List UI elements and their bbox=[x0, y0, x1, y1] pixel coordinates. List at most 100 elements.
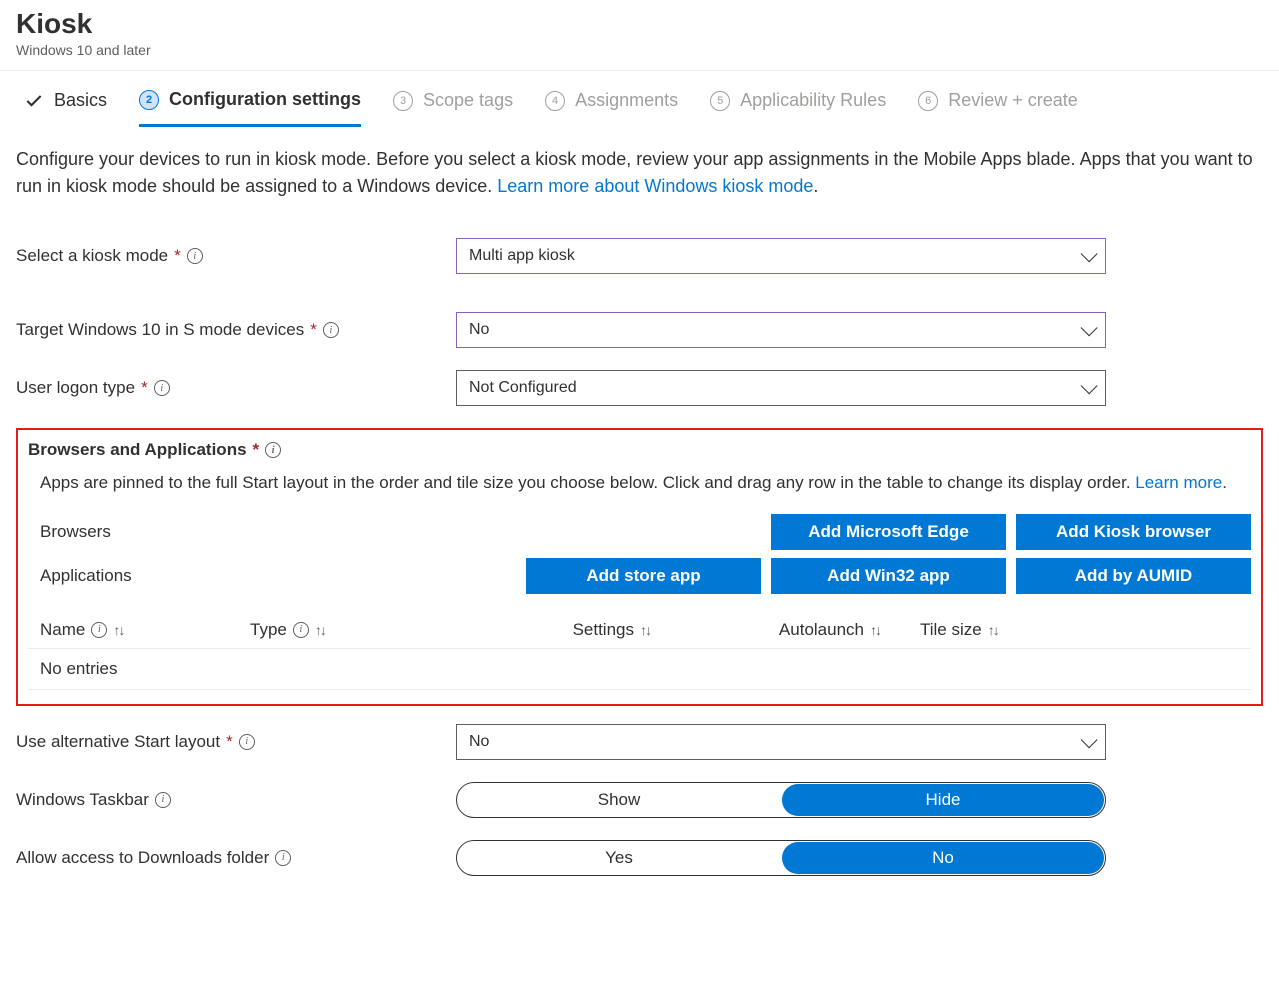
th-name[interactable]: Name i ↑↓ bbox=[40, 620, 250, 640]
label-kiosk-mode: Select a kiosk mode * i bbox=[16, 246, 456, 266]
select-logon-type[interactable]: Not Configured bbox=[456, 370, 1106, 406]
info-icon[interactable]: i bbox=[265, 442, 281, 458]
toggle-no[interactable]: No bbox=[782, 842, 1104, 874]
browsers-label: Browsers bbox=[40, 522, 761, 542]
required-asterisk: * bbox=[253, 440, 260, 460]
page-header: Kiosk Windows 10 and later bbox=[0, 0, 1279, 71]
add-kiosk-browser-button[interactable]: Add Kiosk browser bbox=[1016, 514, 1251, 550]
select-alt-start[interactable]: No bbox=[456, 724, 1106, 760]
tab-assignments[interactable]: 4 Assignments bbox=[545, 90, 678, 125]
info-icon[interactable]: i bbox=[275, 850, 291, 866]
info-icon[interactable]: i bbox=[239, 734, 255, 750]
content-area: Configure your devices to run in kiosk m… bbox=[0, 126, 1279, 918]
th-label: Autolaunch bbox=[779, 620, 864, 640]
add-by-aumid-button[interactable]: Add by AUMID bbox=[1016, 558, 1251, 594]
info-icon[interactable]: i bbox=[91, 622, 107, 638]
required-asterisk: * bbox=[226, 732, 233, 752]
desc-text: Apps are pinned to the full Start layout… bbox=[40, 473, 1135, 492]
add-store-app-button[interactable]: Add store app bbox=[526, 558, 761, 594]
label-s-mode: Target Windows 10 in S mode devices * i bbox=[16, 320, 456, 340]
label-taskbar: Windows Taskbar i bbox=[16, 790, 456, 810]
applications-row: Applications Add store app Add Win32 app… bbox=[28, 554, 1251, 598]
section-heading: Browsers and Applications * i bbox=[28, 440, 1251, 460]
toggle-show[interactable]: Show bbox=[458, 784, 780, 816]
info-icon[interactable]: i bbox=[293, 622, 309, 638]
select-value: Multi app kiosk bbox=[469, 247, 575, 265]
wizard-tabs: Basics 2 Configuration settings 3 Scope … bbox=[0, 71, 1279, 126]
th-label: Type bbox=[250, 620, 287, 640]
th-label: Tile size bbox=[920, 620, 982, 640]
tab-label: Configuration settings bbox=[169, 89, 361, 110]
browsers-row: Browsers Add Microsoft Edge Add Kiosk br… bbox=[28, 510, 1251, 554]
th-autolaunch[interactable]: Autolaunch ↑↓ bbox=[690, 620, 920, 640]
row-alt-start: Use alternative Start layout * i No bbox=[16, 724, 1263, 760]
add-microsoft-edge-button[interactable]: Add Microsoft Edge bbox=[771, 514, 1006, 550]
applications-label: Applications bbox=[40, 566, 516, 586]
info-icon[interactable]: i bbox=[154, 380, 170, 396]
select-s-mode[interactable]: No bbox=[456, 312, 1106, 348]
tab-number: 6 bbox=[918, 91, 938, 111]
sort-icon: ↑↓ bbox=[640, 622, 650, 638]
tab-number: 2 bbox=[139, 90, 159, 110]
required-asterisk: * bbox=[141, 378, 148, 398]
tab-applicability-rules[interactable]: 5 Applicability Rules bbox=[710, 90, 886, 125]
browsers-buttons: Add Microsoft Edge Add Kiosk browser bbox=[771, 514, 1251, 550]
tab-scope-tags[interactable]: 3 Scope tags bbox=[393, 90, 513, 125]
intro-text: Configure your devices to run in kiosk m… bbox=[16, 146, 1263, 200]
th-settings[interactable]: Settings ↑↓ bbox=[480, 620, 690, 640]
section-description: Apps are pinned to the full Start layout… bbox=[28, 470, 1251, 510]
select-value: Not Configured bbox=[469, 379, 577, 397]
label-text: User logon type bbox=[16, 378, 135, 398]
tab-label: Assignments bbox=[575, 90, 678, 111]
th-label: Settings bbox=[573, 620, 634, 640]
chevron-down-icon bbox=[1081, 377, 1098, 394]
row-s-mode: Target Windows 10 in S mode devices * i … bbox=[16, 312, 1263, 348]
info-icon[interactable]: i bbox=[323, 322, 339, 338]
select-value: No bbox=[469, 733, 489, 751]
browsers-applications-section: Browsers and Applications * i Apps are p… bbox=[16, 428, 1263, 706]
tab-number: 5 bbox=[710, 91, 730, 111]
learn-more-link[interactable]: Learn more about Windows kiosk mode bbox=[497, 176, 813, 196]
apps-table: Name i ↑↓ Type i ↑↓ Settings ↑↓ Autolaun… bbox=[28, 612, 1251, 690]
sort-icon: ↑↓ bbox=[113, 622, 123, 638]
table-header: Name i ↑↓ Type i ↑↓ Settings ↑↓ Autolaun… bbox=[28, 612, 1251, 649]
sort-icon: ↑↓ bbox=[870, 622, 880, 638]
th-type[interactable]: Type i ↑↓ bbox=[250, 620, 480, 640]
intro-dot: . bbox=[813, 176, 818, 196]
sort-icon: ↑↓ bbox=[988, 622, 998, 638]
select-kiosk-mode[interactable]: Multi app kiosk bbox=[456, 238, 1106, 274]
th-tile-size[interactable]: Tile size ↑↓ bbox=[920, 620, 1239, 640]
learn-more-link[interactable]: Learn more bbox=[1135, 473, 1222, 492]
row-taskbar: Windows Taskbar i Show Hide bbox=[16, 782, 1263, 818]
info-icon[interactable]: i bbox=[187, 248, 203, 264]
add-win32-app-button[interactable]: Add Win32 app bbox=[771, 558, 1006, 594]
chevron-down-icon bbox=[1081, 319, 1098, 336]
page-title: Kiosk bbox=[16, 8, 1263, 40]
required-asterisk: * bbox=[310, 320, 317, 340]
sort-icon: ↑↓ bbox=[315, 622, 325, 638]
tab-number: 4 bbox=[545, 91, 565, 111]
chevron-down-icon bbox=[1081, 731, 1098, 748]
tab-basics[interactable]: Basics bbox=[24, 90, 107, 125]
toggle-yes[interactable]: Yes bbox=[458, 842, 780, 874]
row-logon-type: User logon type * i Not Configured bbox=[16, 370, 1263, 406]
label-alt-start: Use alternative Start layout * i bbox=[16, 732, 456, 752]
tab-label: Scope tags bbox=[423, 90, 513, 111]
select-value: No bbox=[469, 321, 489, 339]
chevron-down-icon bbox=[1081, 245, 1098, 262]
section-title: Browsers and Applications bbox=[28, 440, 247, 460]
row-downloads: Allow access to Downloads folder i Yes N… bbox=[16, 840, 1263, 876]
row-kiosk-mode: Select a kiosk mode * i Multi app kiosk bbox=[16, 238, 1263, 274]
check-icon bbox=[24, 91, 44, 111]
label-downloads: Allow access to Downloads folder i bbox=[16, 848, 456, 868]
info-icon[interactable]: i bbox=[155, 792, 171, 808]
tab-configuration-settings[interactable]: 2 Configuration settings bbox=[139, 89, 361, 127]
label-logon-type: User logon type * i bbox=[16, 378, 456, 398]
tab-review-create[interactable]: 6 Review + create bbox=[918, 90, 1078, 125]
label-text: Windows Taskbar bbox=[16, 790, 149, 810]
label-text: Select a kiosk mode bbox=[16, 246, 168, 266]
toggle-hide[interactable]: Hide bbox=[782, 784, 1104, 816]
page-subtitle: Windows 10 and later bbox=[16, 42, 1263, 58]
label-text: Use alternative Start layout bbox=[16, 732, 220, 752]
tab-number: 3 bbox=[393, 91, 413, 111]
